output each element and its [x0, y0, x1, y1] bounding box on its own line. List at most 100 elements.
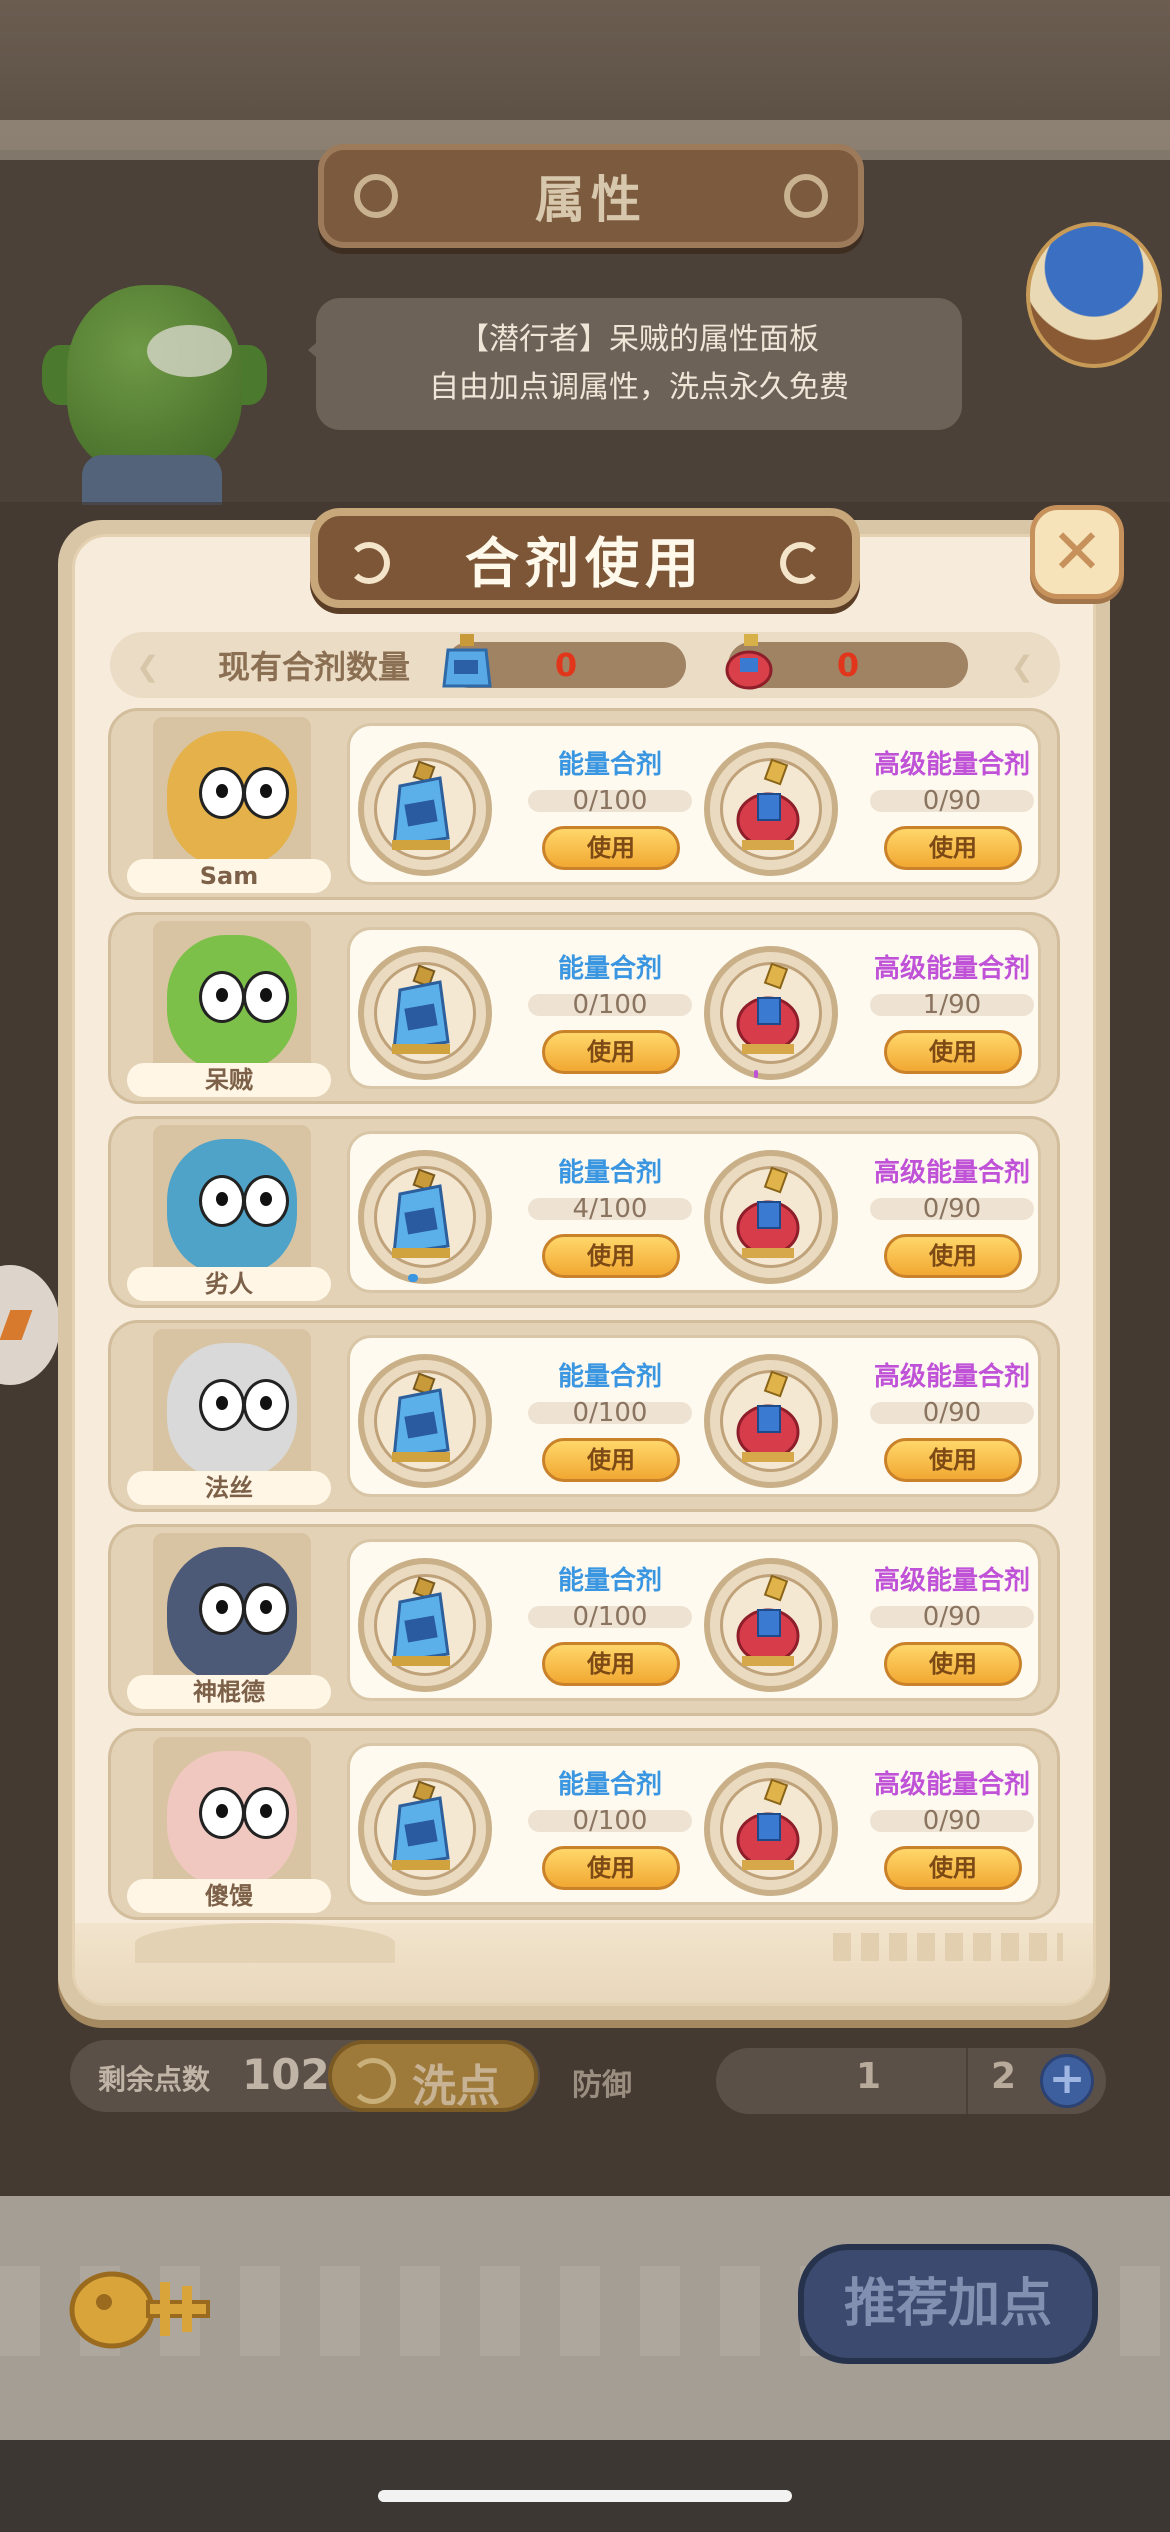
- use-energy-potion-button[interactable]: 使用: [542, 1438, 680, 1482]
- potion-card: 能量合剂 0/100 使用 高级能量合剂 0/90 使用: [347, 1743, 1041, 1905]
- character-row: Sam 能量合剂 0/100 使用 高级能量合剂 0/90 使用: [108, 708, 1060, 900]
- energy-potion-slot[interactable]: [358, 1558, 492, 1692]
- close-button[interactable]: ✕: [1030, 505, 1124, 599]
- home-indicator[interactable]: [378, 2490, 792, 2502]
- character-row: 神棍德 能量合剂 0/100 使用 高级能量合剂 0/90 使用: [108, 1524, 1060, 1716]
- reset-icon: [350, 2058, 396, 2104]
- modal-title: 合剂使用: [465, 531, 705, 595]
- add-defense-button[interactable]: +: [1040, 2054, 1094, 2108]
- defense-bar: 1 2 +: [716, 2048, 1106, 2114]
- character-name: 法丝: [127, 1471, 331, 1505]
- advanced-potion-count: 1/90: [870, 992, 1034, 1018]
- advanced-potion-count: 0/90: [870, 1604, 1034, 1630]
- energy-potion-icon: [392, 964, 450, 1054]
- advanced-potion-slot[interactable]: [704, 1150, 838, 1284]
- character-row: 劣人 能量合剂 4/100 使用 高级能量合剂 0/90 使用: [108, 1116, 1060, 1308]
- stock-count-bar: ❮ 现有合剂数量 0 0 ❮: [110, 632, 1060, 698]
- speech-bubble: 【潜行者】呆贼的属性面板 自由加点调属性，洗点永久免费: [308, 298, 962, 430]
- character-name: 劣人: [127, 1267, 331, 1301]
- advanced-potion-slot[interactable]: [704, 1762, 838, 1896]
- energy-potion-name: 能量合剂: [557, 1770, 662, 1800]
- modal-deco-left-icon: [348, 542, 390, 584]
- use-energy-potion-button[interactable]: 使用: [542, 1846, 680, 1890]
- character-row: 法丝 能量合剂 0/100 使用 高级能量合剂 0/90 使用: [108, 1320, 1060, 1512]
- advanced-potion-name: 高级能量合剂: [873, 1362, 1030, 1392]
- advanced-potion-slot[interactable]: [704, 1558, 838, 1692]
- energy-potion-count: 0/100: [528, 1400, 692, 1426]
- defense-next: 2: [991, 2056, 1017, 2097]
- advanced-potion-slot[interactable]: [704, 1354, 838, 1488]
- use-advanced-potion-button[interactable]: 使用: [884, 1642, 1022, 1686]
- energy-potion-icon: [442, 634, 492, 688]
- modal-deco-right-icon: [780, 542, 822, 584]
- title-deco-left-icon: [354, 174, 398, 218]
- advanced-potion-count: 0/90: [870, 1808, 1034, 1834]
- energy-potion-icon: [392, 1780, 450, 1870]
- fish-bone-icon: [69, 2271, 210, 2349]
- advanced-potion-name: 高级能量合剂: [873, 954, 1030, 984]
- character-name: 傻馒: [127, 1879, 331, 1913]
- reset-points-button[interactable]: 洗点: [328, 2040, 538, 2112]
- chevron-right-icon: ❮: [1010, 650, 1034, 683]
- panel-footer-decoration: [75, 1923, 1093, 2003]
- use-advanced-potion-button[interactable]: 使用: [884, 1030, 1022, 1074]
- use-energy-potion-button[interactable]: 使用: [542, 826, 680, 870]
- character-name: 神棍德: [127, 1675, 331, 1709]
- energy-potion-slot[interactable]: [358, 1762, 492, 1896]
- player-avatar[interactable]: [1026, 222, 1162, 368]
- modal-title-plate: 合剂使用: [310, 508, 860, 608]
- advanced-potion-count: 0/90: [870, 1196, 1034, 1222]
- character-row: 呆贼 能量合剂 0/100 使用 高级能量合剂 1/90 使用: [108, 912, 1060, 1104]
- character-portrait: [153, 1533, 311, 1683]
- advanced-potion-slot[interactable]: [704, 946, 838, 1080]
- energy-potion-slot[interactable]: [358, 742, 492, 876]
- advanced-potion-name: 高级能量合剂: [873, 750, 1030, 780]
- chevron-left-icon: ❮: [136, 650, 160, 683]
- character-portrait: [153, 1329, 311, 1479]
- character-name: Sam: [127, 859, 331, 893]
- bottom-stats-row: 剩余点数 102 洗点 防御 1 2 +: [70, 2040, 1170, 2120]
- energy-potion-icon: [392, 1576, 450, 1666]
- title-deco-right-icon: [784, 174, 828, 218]
- use-advanced-potion-button[interactable]: 使用: [884, 826, 1022, 870]
- advanced-potion-icon: [736, 1370, 800, 1462]
- character-row: 傻馒 能量合剂 0/100 使用 高级能量合剂 0/90 使用: [108, 1728, 1060, 1920]
- close-icon: ✕: [1051, 515, 1103, 588]
- character-name: 呆贼: [127, 1063, 331, 1097]
- energy-potion-slot[interactable]: [358, 946, 492, 1080]
- page-title: 属性: [535, 171, 647, 229]
- stock-label: 现有合剂数量: [218, 648, 411, 686]
- energy-potion-count: 0/100: [528, 1808, 692, 1834]
- use-advanced-potion-button[interactable]: 使用: [884, 1438, 1022, 1482]
- use-advanced-potion-button[interactable]: 使用: [884, 1846, 1022, 1890]
- recommend-points-button[interactable]: 推荐加点: [798, 2244, 1098, 2364]
- bottom-bar: [0, 2440, 1170, 2532]
- energy-potion-slot[interactable]: [358, 1354, 492, 1488]
- speech-line-1: 【潜行者】呆贼的属性面板: [459, 322, 819, 357]
- advanced-potion-count: 0/90: [870, 1400, 1034, 1426]
- advanced-potion-name: 高级能量合剂: [873, 1770, 1030, 1800]
- advanced-potion-icon: [736, 1166, 800, 1258]
- energy-potion-count: 0/100: [528, 992, 692, 1018]
- advanced-potion-count: 0/90: [870, 788, 1034, 814]
- potion-card: 能量合剂 0/100 使用 高级能量合剂 0/90 使用: [347, 1539, 1041, 1701]
- energy-potion-icon: [392, 760, 450, 850]
- use-energy-potion-button[interactable]: 使用: [542, 1030, 680, 1074]
- advanced-potion-icon: [736, 1778, 800, 1870]
- character-portrait: [153, 1125, 311, 1275]
- energy-potion-name: 能量合剂: [557, 750, 662, 780]
- defense-label: 防御: [572, 2068, 632, 2103]
- energy-potion-name: 能量合剂: [557, 954, 662, 984]
- energy-potion-count: 0/100: [528, 1604, 692, 1630]
- energy-potion-slot[interactable]: [358, 1150, 492, 1284]
- remaining-points-value: 102: [242, 2050, 330, 2099]
- energy-potion-icon: [392, 1372, 450, 1462]
- energy-potion-name: 能量合剂: [557, 1158, 662, 1188]
- use-energy-potion-button[interactable]: 使用: [542, 1642, 680, 1686]
- energy-potion-count: 0/100: [528, 788, 692, 814]
- use-advanced-potion-button[interactable]: 使用: [884, 1234, 1022, 1278]
- potion-card: 能量合剂 0/100 使用 高级能量合剂 0/90 使用: [347, 723, 1041, 885]
- use-energy-potion-button[interactable]: 使用: [542, 1234, 680, 1278]
- advanced-potion-slot[interactable]: [704, 742, 838, 876]
- energy-potion-count: 4/100: [528, 1196, 692, 1222]
